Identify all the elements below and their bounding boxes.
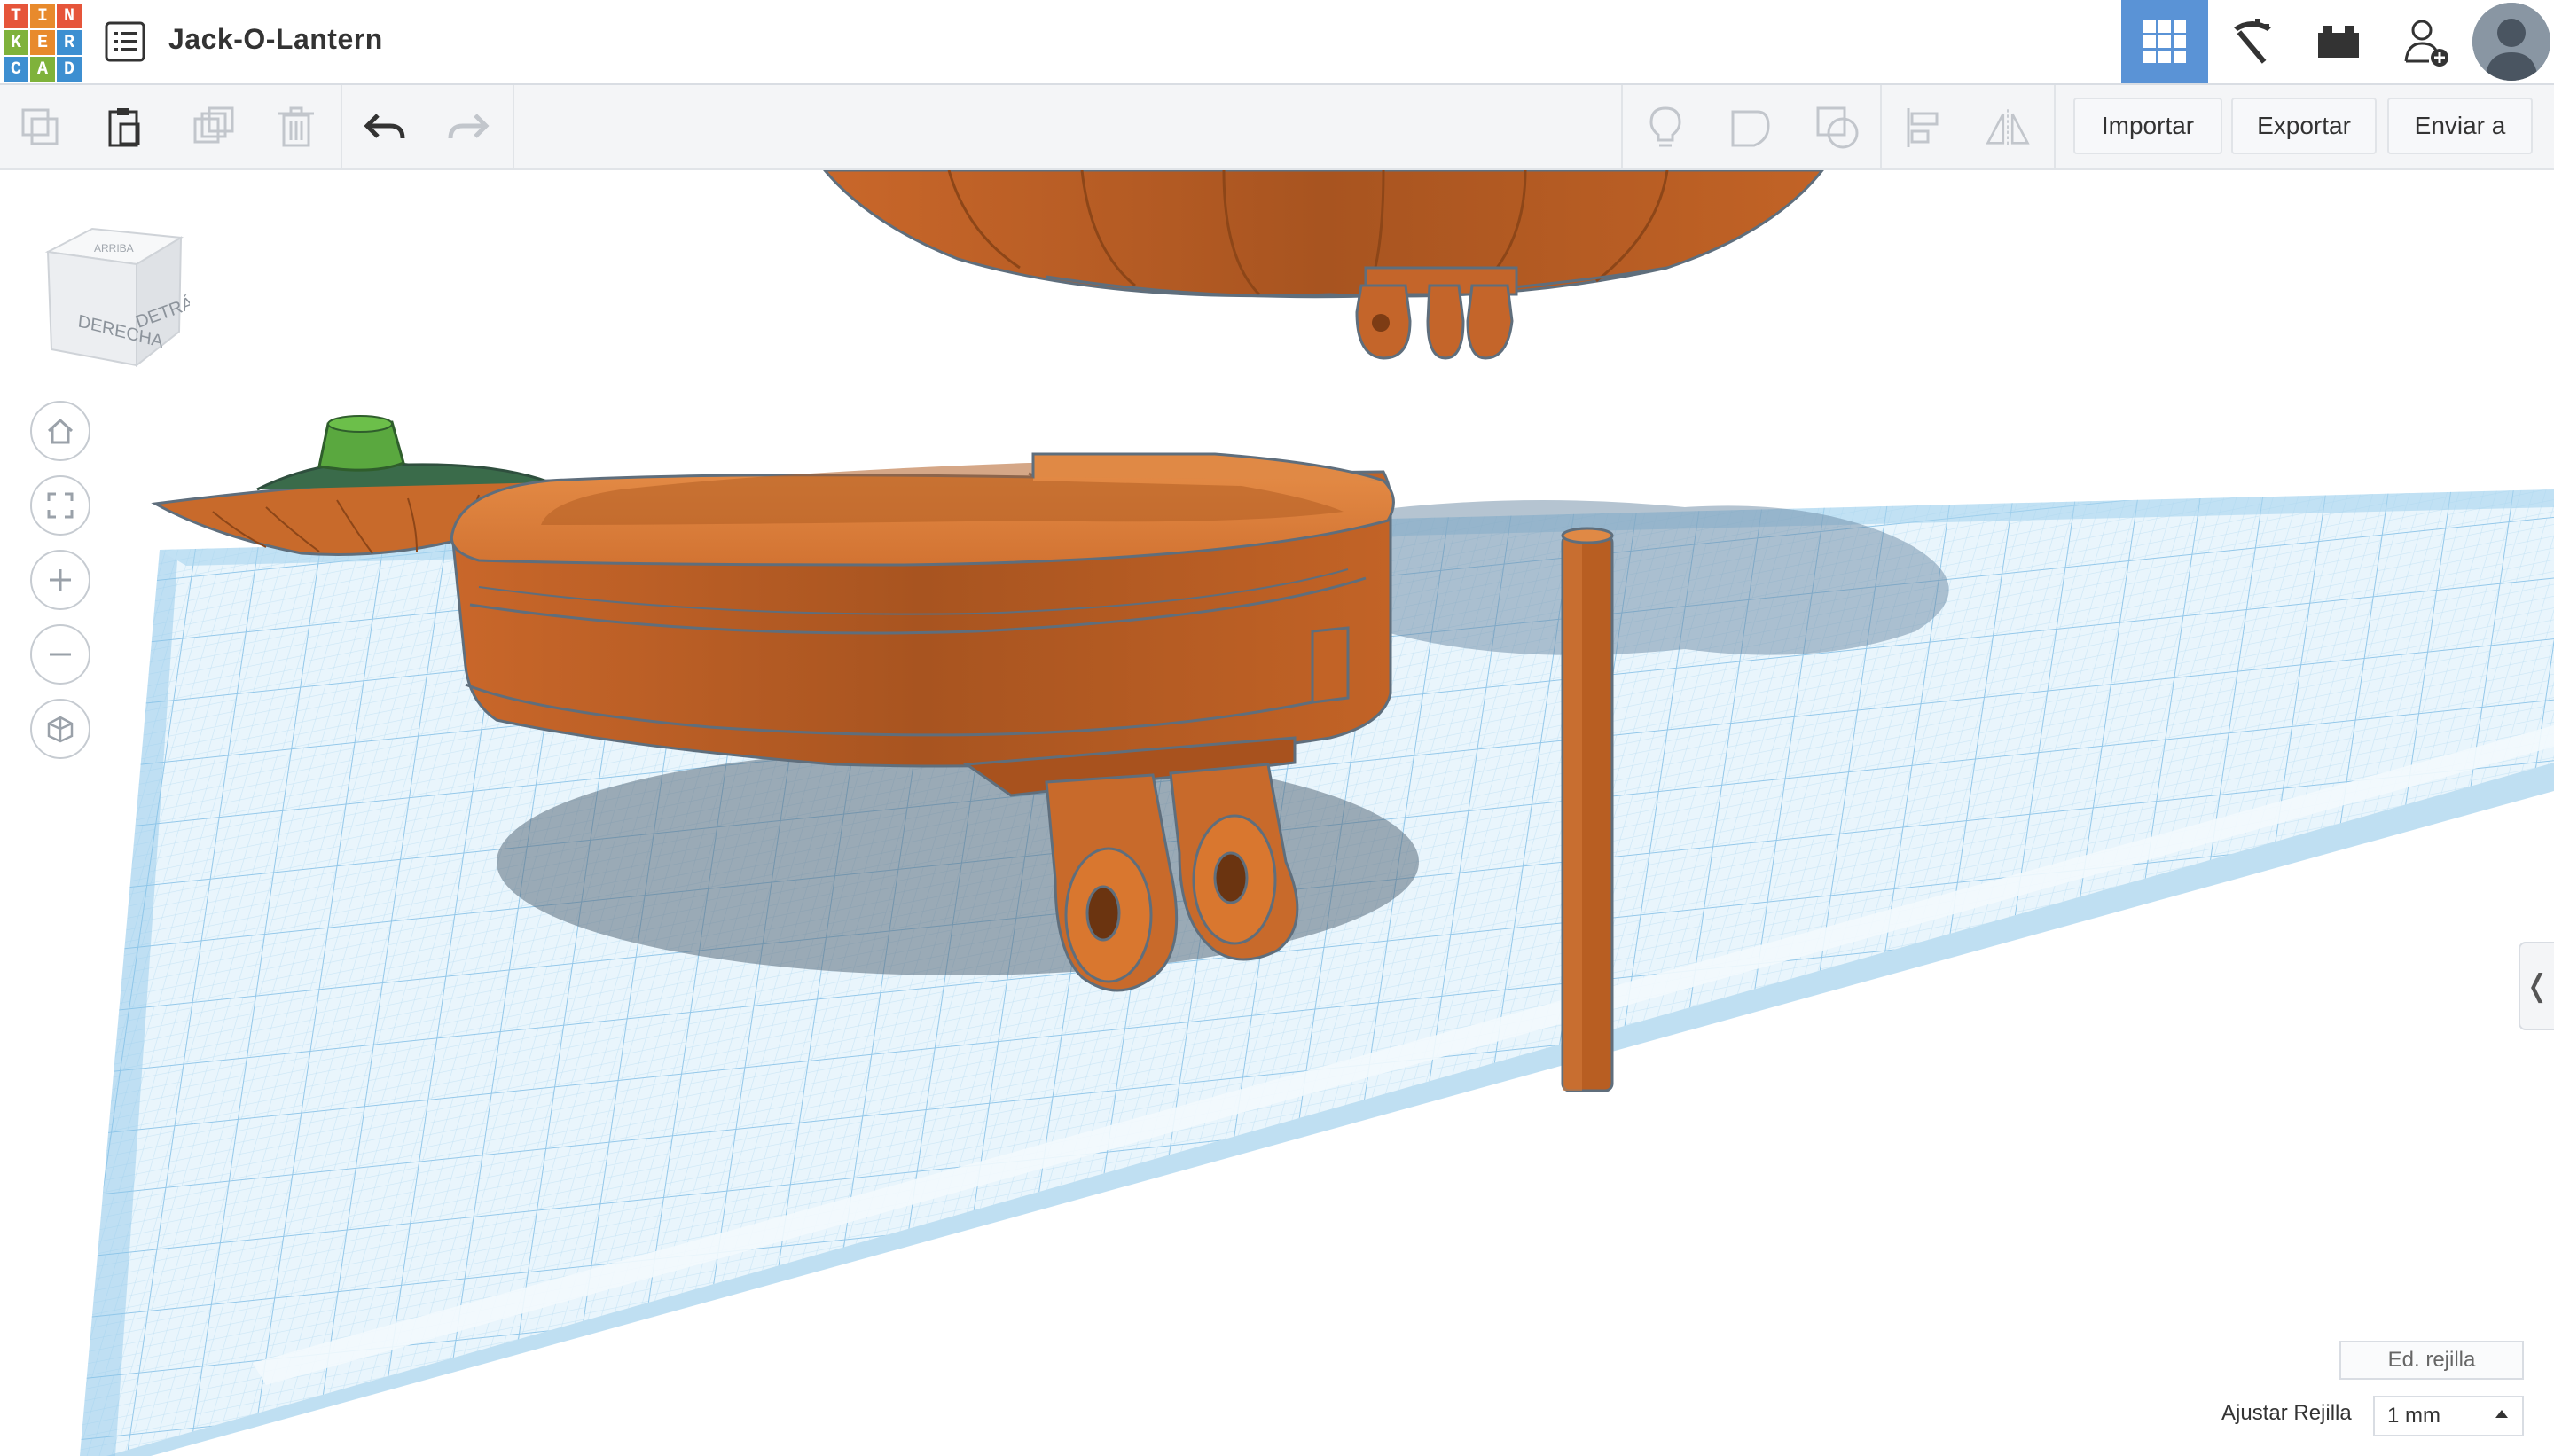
add-user-icon[interactable] [2382,0,2469,83]
logo-tile: E [30,30,55,55]
snap-grid-select[interactable]: 1 mm [2373,1396,2524,1436]
import-button[interactable]: Importar [2073,98,2222,154]
logo-tile: D [57,57,82,82]
logo-tile: R [57,30,82,55]
workplane-viewport[interactable]: DERECHA ARRIBA DETRÁS ❬ Ed. rejilla Ajus… [0,170,2554,1456]
logo-tile: K [4,30,28,55]
design-title[interactable]: Jack-O-Lantern [168,23,383,56]
zoom-in-button[interactable] [30,550,90,610]
bricks-icon[interactable] [2295,0,2382,83]
design-list-icon[interactable] [105,21,145,62]
undo-icon[interactable] [362,105,408,151]
fit-view-button[interactable] [30,475,90,536]
duplicate-icon[interactable] [190,105,236,151]
logo-tile: T [4,4,28,28]
shape-group-icon[interactable] [1814,105,1861,151]
delete-icon[interactable] [273,105,319,151]
logo-tile: I [30,4,55,28]
perspective-button[interactable] [30,699,90,759]
cube-icon [47,716,74,743]
minus-icon [50,653,71,656]
home-icon [47,418,74,444]
home-view-button[interactable] [30,401,90,461]
send-to-button[interactable]: Enviar a [2387,98,2533,154]
logo-tile: C [4,57,28,82]
viewcube-face-top: ARRIBA [94,242,134,254]
snap-grid-label: Ajustar Rejilla [2221,1401,2352,1425]
redo-icon[interactable] [445,105,491,151]
logo-tile: N [57,4,82,28]
copy-icon[interactable] [18,105,64,151]
shape-note-icon[interactable] [1727,105,1774,151]
caret-up-icon [2495,1410,2508,1418]
mirror-icon[interactable] [1985,105,2031,151]
plus-icon [50,569,71,591]
pickaxe-icon[interactable] [2208,0,2295,83]
snap-grid-value: 1 mm [2387,1404,2440,1428]
align-icon[interactable] [1901,105,1947,151]
view-cube[interactable]: DERECHA ARRIBA DETRÁS [39,225,208,376]
avatar[interactable] [2469,0,2554,83]
edit-grid-button[interactable]: Ed. rejilla [2339,1341,2524,1380]
shapes-panel-toggle[interactable]: ❬ [2519,942,2554,1030]
top-bar: TIN KER CAD Jack-O-Lantern [0,0,2554,85]
lightbulb-icon[interactable] [1642,105,1688,151]
chevron-left-icon: ❬ [2524,969,2550,1003]
top-right-nav [2121,0,2554,83]
fit-icon [47,492,74,519]
paste-icon[interactable] [101,105,147,151]
logo-tile: A [30,57,55,82]
zoom-out-button[interactable] [30,624,90,685]
tinkercad-logo[interactable]: TIN KER CAD [4,4,82,82]
export-button[interactable]: Exportar [2231,98,2377,154]
3d-design-icon[interactable] [2121,0,2208,83]
edit-toolbar: Importar Exportar Enviar a [0,85,2554,170]
3d-scene[interactable] [0,170,2554,1456]
